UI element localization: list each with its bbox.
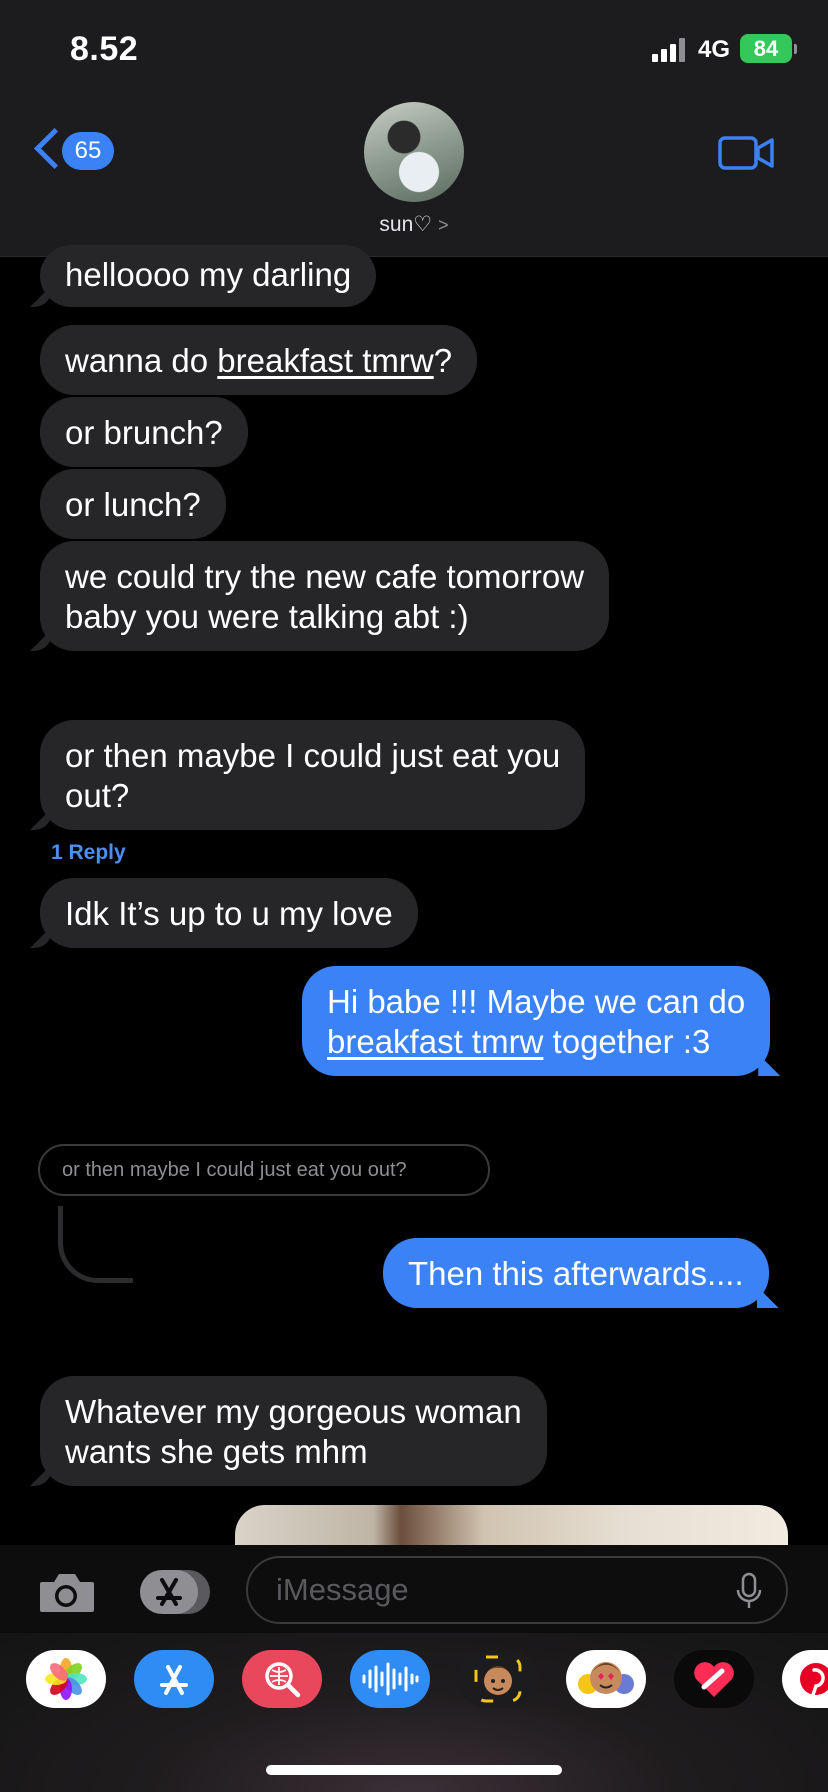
message-text: Whatever my gorgeous woman: [65, 1393, 522, 1430]
camera-icon[interactable]: [36, 1570, 96, 1614]
microphone-icon[interactable]: [736, 1572, 762, 1610]
status-time: 8.52: [70, 30, 139, 68]
message-text: or lunch?: [65, 486, 201, 523]
quoted-reply-text: or then maybe I could just eat you out?: [62, 1158, 407, 1181]
message-bubble-incoming[interactable]: or lunch?: [40, 469, 226, 539]
quoted-reply-bubble[interactable]: or then maybe I could just eat you out?: [38, 1144, 490, 1196]
battery-level: 84: [753, 35, 779, 61]
back-button[interactable]: 65: [30, 127, 120, 174]
contact-name: sun♡: [379, 213, 433, 236]
conversation-header: 8.52 4G 84 65 sun♡ >: [0, 0, 828, 257]
photos-icon[interactable]: [26, 1650, 106, 1708]
message-bubble-incoming[interactable]: or brunch?: [40, 397, 248, 467]
message-bubble-incoming[interactable]: or then maybe I could just eat you out?: [40, 720, 586, 830]
message-text: we could try the new cafe tomorrow: [65, 558, 585, 595]
message-link[interactable]: breakfast tmrw: [327, 1023, 543, 1060]
animoji-icon[interactable]: [566, 1650, 646, 1708]
message-bubble-outgoing[interactable]: Hi babe !!! Maybe we can do breakfast tm…: [302, 966, 771, 1076]
message-text: Hi babe !!! Maybe we can do: [327, 983, 746, 1020]
message-text: baby you were talking abt :): [65, 598, 469, 635]
thread-reply-link[interactable]: 1 Reply: [51, 841, 126, 865]
message-input[interactable]: [246, 1556, 788, 1624]
signal-icon: [652, 38, 688, 62]
search-images-icon[interactable]: [242, 1650, 322, 1708]
home-indicator[interactable]: [266, 1765, 562, 1775]
app-store-icon[interactable]: [134, 1650, 214, 1708]
message-bubble-incoming[interactable]: we could try the new cafe tomorrow baby …: [40, 541, 610, 651]
message-text: wanna do: [65, 342, 218, 379]
message-text: together :3: [543, 1023, 711, 1060]
contact-name-button[interactable]: sun♡ >: [0, 212, 828, 237]
message-text: Then this afterwards....: [408, 1255, 744, 1292]
thread-connector: [58, 1206, 133, 1283]
message-bubble-incoming[interactable]: helloooo my darling: [40, 245, 377, 307]
message-link[interactable]: breakfast tmrw: [217, 342, 433, 379]
message-text: ?: [433, 342, 453, 379]
message-text: Idk It’s up to u my love: [65, 895, 393, 932]
memoji-icon[interactable]: [458, 1650, 538, 1708]
message-bubble-incoming[interactable]: Whatever my gorgeous woman wants she get…: [40, 1376, 547, 1486]
message-bubble-incoming[interactable]: wanna do breakfast tmrw?: [40, 325, 478, 395]
avatar[interactable]: [364, 102, 464, 202]
message-text: or brunch?: [65, 414, 223, 451]
battery-icon: 84: [740, 34, 797, 63]
message-text: wants she gets mhm: [65, 1433, 368, 1470]
digital-touch-icon[interactable]: [674, 1650, 754, 1708]
message-bubble-outgoing[interactable]: Then this afterwards....: [383, 1238, 769, 1308]
message-text: out?: [65, 777, 130, 814]
audio-message-icon[interactable]: [350, 1650, 430, 1708]
message-text: helloooo my darling: [65, 256, 352, 293]
app-store-icon[interactable]: [138, 1568, 212, 1616]
chevron-right-icon: >: [438, 215, 449, 235]
network-label: 4G: [698, 36, 731, 63]
message-text-field[interactable]: [274, 1571, 718, 1609]
unread-count-badge: 65: [62, 132, 114, 170]
video-call-icon[interactable]: [718, 136, 774, 170]
message-text: or then maybe I could just eat you: [65, 737, 561, 774]
message-bubble-incoming[interactable]: Idk It’s up to u my love: [40, 878, 418, 948]
